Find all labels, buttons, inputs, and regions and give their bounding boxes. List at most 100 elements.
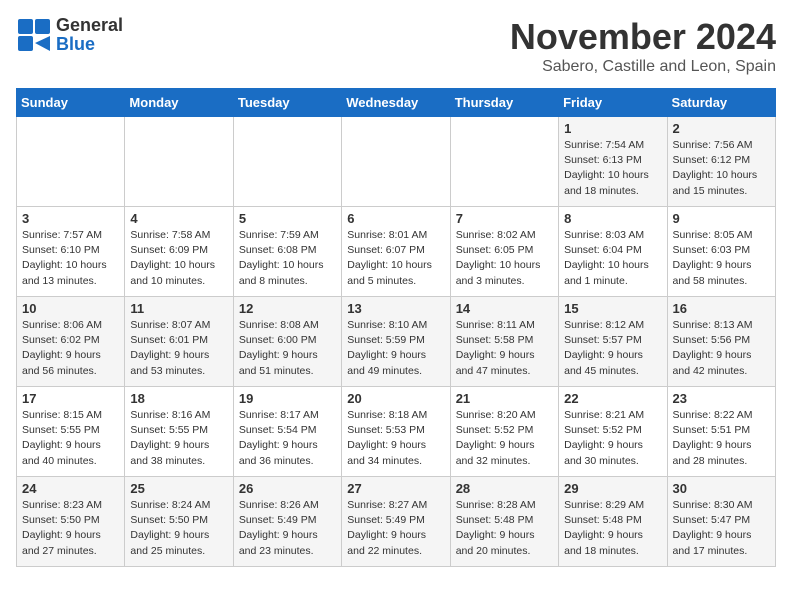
day-number: 11 <box>130 301 227 316</box>
day-number: 26 <box>239 481 336 496</box>
calendar-cell: 22Sunrise: 8:21 AM Sunset: 5:52 PM Dayli… <box>559 387 667 477</box>
weekday-header-cell: Saturday <box>667 89 775 117</box>
cell-info: Sunrise: 7:58 AM Sunset: 6:09 PM Dayligh… <box>130 228 227 289</box>
calendar-cell: 5 Sunrise: 7:59 AM Sunset: 6:08 PM Daylig… <box>233 207 341 297</box>
day-number: 5 <box>239 211 336 226</box>
calendar-cell: 7 Sunrise: 8:02 AM Sunset: 6:05 PM Daylig… <box>450 207 558 297</box>
cell-info: Sunrise: 7:57 AM Sunset: 6:10 PM Dayligh… <box>22 228 119 289</box>
cell-info: Sunrise: 8:17 AM Sunset: 5:54 PM Dayligh… <box>239 408 336 469</box>
cell-info: Sunrise: 8:18 AM Sunset: 5:53 PM Dayligh… <box>347 408 444 469</box>
calendar-cell: 11 Sunrise: 8:07 AM Sunset: 6:01 PM Dayli… <box>125 297 233 387</box>
day-number: 16 <box>673 301 770 316</box>
day-number: 8 <box>564 211 661 226</box>
day-number: 27 <box>347 481 444 496</box>
cell-info: Sunrise: 8:26 AM Sunset: 5:49 PM Dayligh… <box>239 498 336 559</box>
cell-info: Sunrise: 8:15 AM Sunset: 5:55 PM Dayligh… <box>22 408 119 469</box>
weekday-header-cell: Wednesday <box>342 89 450 117</box>
calendar-cell <box>342 117 450 207</box>
cell-info: Sunrise: 8:05 AM Sunset: 6:03 PM Dayligh… <box>673 228 770 289</box>
day-number: 21 <box>456 391 553 406</box>
calendar-table: SundayMondayTuesdayWednesdayThursdayFrid… <box>16 88 776 567</box>
cell-info: Sunrise: 8:21 AM Sunset: 5:52 PM Dayligh… <box>564 408 661 469</box>
logo-general-text: General <box>56 15 123 35</box>
cell-info: Sunrise: 8:22 AM Sunset: 5:51 PM Dayligh… <box>673 408 770 469</box>
cell-info: Sunrise: 8:16 AM Sunset: 5:55 PM Dayligh… <box>130 408 227 469</box>
cell-info: Sunrise: 8:07 AM Sunset: 6:01 PM Dayligh… <box>130 318 227 379</box>
title-block: November 2024 Sabero, Castille and Leon,… <box>510 16 776 76</box>
calendar-cell: 21 Sunrise: 8:20 AM Sunset: 5:52 PM Dayli… <box>450 387 558 477</box>
day-number: 15 <box>564 301 661 316</box>
calendar-cell: 10Sunrise: 8:06 AM Sunset: 6:02 PM Dayli… <box>17 297 125 387</box>
header: General Blue November 2024 Sabero, Casti… <box>16 16 776 76</box>
cell-info: Sunrise: 8:12 AM Sunset: 5:57 PM Dayligh… <box>564 318 661 379</box>
day-number: 6 <box>347 211 444 226</box>
day-number: 17 <box>22 391 119 406</box>
cell-info: Sunrise: 8:06 AM Sunset: 6:02 PM Dayligh… <box>22 318 119 379</box>
weekday-header-row: SundayMondayTuesdayWednesdayThursdayFrid… <box>17 89 776 117</box>
weekday-header-cell: Tuesday <box>233 89 341 117</box>
cell-info: Sunrise: 8:02 AM Sunset: 6:05 PM Dayligh… <box>456 228 553 289</box>
cell-info: Sunrise: 8:24 AM Sunset: 5:50 PM Dayligh… <box>130 498 227 559</box>
day-number: 2 <box>673 121 770 136</box>
day-number: 1 <box>564 121 661 136</box>
calendar-cell: 13Sunrise: 8:10 AM Sunset: 5:59 PM Dayli… <box>342 297 450 387</box>
calendar-cell: 8 Sunrise: 8:03 AM Sunset: 6:04 PM Daylig… <box>559 207 667 297</box>
day-number: 9 <box>673 211 770 226</box>
cell-info: Sunrise: 8:23 AM Sunset: 5:50 PM Dayligh… <box>22 498 119 559</box>
weekday-header-cell: Sunday <box>17 89 125 117</box>
day-number: 25 <box>130 481 227 496</box>
cell-info: Sunrise: 8:08 AM Sunset: 6:00 PM Dayligh… <box>239 318 336 379</box>
calendar-week-row: 24 Sunrise: 8:23 AM Sunset: 5:50 PM Dayli… <box>17 477 776 567</box>
calendar-cell: 15 Sunrise: 8:12 AM Sunset: 5:57 PM Dayli… <box>559 297 667 387</box>
calendar-cell: 6 Sunrise: 8:01 AM Sunset: 6:07 PM Daylig… <box>342 207 450 297</box>
cell-info: Sunrise: 8:27 AM Sunset: 5:49 PM Dayligh… <box>347 498 444 559</box>
calendar-cell <box>450 117 558 207</box>
cell-info: Sunrise: 8:20 AM Sunset: 5:52 PM Dayligh… <box>456 408 553 469</box>
cell-info: Sunrise: 8:29 AM Sunset: 5:48 PM Dayligh… <box>564 498 661 559</box>
day-number: 14 <box>456 301 553 316</box>
calendar-cell: 24 Sunrise: 8:23 AM Sunset: 5:50 PM Dayli… <box>17 477 125 567</box>
cell-info: Sunrise: 8:10 AM Sunset: 5:59 PM Dayligh… <box>347 318 444 379</box>
cell-info: Sunrise: 7:56 AM Sunset: 6:12 PM Dayligh… <box>673 138 770 199</box>
day-number: 19 <box>239 391 336 406</box>
day-number: 24 <box>22 481 119 496</box>
day-number: 29 <box>564 481 661 496</box>
calendar-cell: 28Sunrise: 8:28 AM Sunset: 5:48 PM Dayli… <box>450 477 558 567</box>
logo: General Blue <box>16 16 123 54</box>
calendar-cell: 2 Sunrise: 7:56 AM Sunset: 6:12 PM Daylig… <box>667 117 775 207</box>
calendar-week-row: 3 Sunrise: 7:57 AM Sunset: 6:10 PM Daylig… <box>17 207 776 297</box>
logo-blue-text: Blue <box>56 34 95 54</box>
location-title: Sabero, Castille and Leon, Spain <box>510 58 776 76</box>
calendar-cell <box>17 117 125 207</box>
calendar-cell: 23 Sunrise: 8:22 AM Sunset: 5:51 PM Dayli… <box>667 387 775 477</box>
calendar-cell: 3 Sunrise: 7:57 AM Sunset: 6:10 PM Daylig… <box>17 207 125 297</box>
day-number: 18 <box>130 391 227 406</box>
calendar-cell: 9 Sunrise: 8:05 AM Sunset: 6:03 PM Daylig… <box>667 207 775 297</box>
month-title: November 2024 <box>510 16 776 58</box>
calendar-cell: 14 Sunrise: 8:11 AM Sunset: 5:58 PM Dayli… <box>450 297 558 387</box>
calendar-cell: 19 Sunrise: 8:17 AM Sunset: 5:54 PM Dayli… <box>233 387 341 477</box>
calendar-cell: 18 Sunrise: 8:16 AM Sunset: 5:55 PM Dayli… <box>125 387 233 477</box>
cell-info: Sunrise: 8:11 AM Sunset: 5:58 PM Dayligh… <box>456 318 553 379</box>
calendar-cell: 20 Sunrise: 8:18 AM Sunset: 5:53 PM Dayli… <box>342 387 450 477</box>
day-number: 4 <box>130 211 227 226</box>
day-number: 20 <box>347 391 444 406</box>
cell-info: Sunrise: 8:13 AM Sunset: 5:56 PM Dayligh… <box>673 318 770 379</box>
cell-info: Sunrise: 7:59 AM Sunset: 6:08 PM Dayligh… <box>239 228 336 289</box>
weekday-header-cell: Monday <box>125 89 233 117</box>
calendar-cell <box>233 117 341 207</box>
calendar-cell: 25 Sunrise: 8:24 AM Sunset: 5:50 PM Dayli… <box>125 477 233 567</box>
calendar-week-row: 17 Sunrise: 8:15 AM Sunset: 5:55 PM Dayli… <box>17 387 776 477</box>
day-number: 23 <box>673 391 770 406</box>
calendar-cell: 4 Sunrise: 7:58 AM Sunset: 6:09 PM Daylig… <box>125 207 233 297</box>
cell-info: Sunrise: 8:01 AM Sunset: 6:07 PM Dayligh… <box>347 228 444 289</box>
cell-info: Sunrise: 8:03 AM Sunset: 6:04 PM Dayligh… <box>564 228 661 289</box>
calendar-cell: 27 Sunrise: 8:27 AM Sunset: 5:49 PM Dayli… <box>342 477 450 567</box>
cell-info: Sunrise: 7:54 AM Sunset: 6:13 PM Dayligh… <box>564 138 661 199</box>
calendar-cell: 17 Sunrise: 8:15 AM Sunset: 5:55 PM Dayli… <box>17 387 125 477</box>
calendar-cell: 12Sunrise: 8:08 AM Sunset: 6:00 PM Dayli… <box>233 297 341 387</box>
day-number: 7 <box>456 211 553 226</box>
weekday-header-cell: Thursday <box>450 89 558 117</box>
day-number: 28 <box>456 481 553 496</box>
day-number: 3 <box>22 211 119 226</box>
